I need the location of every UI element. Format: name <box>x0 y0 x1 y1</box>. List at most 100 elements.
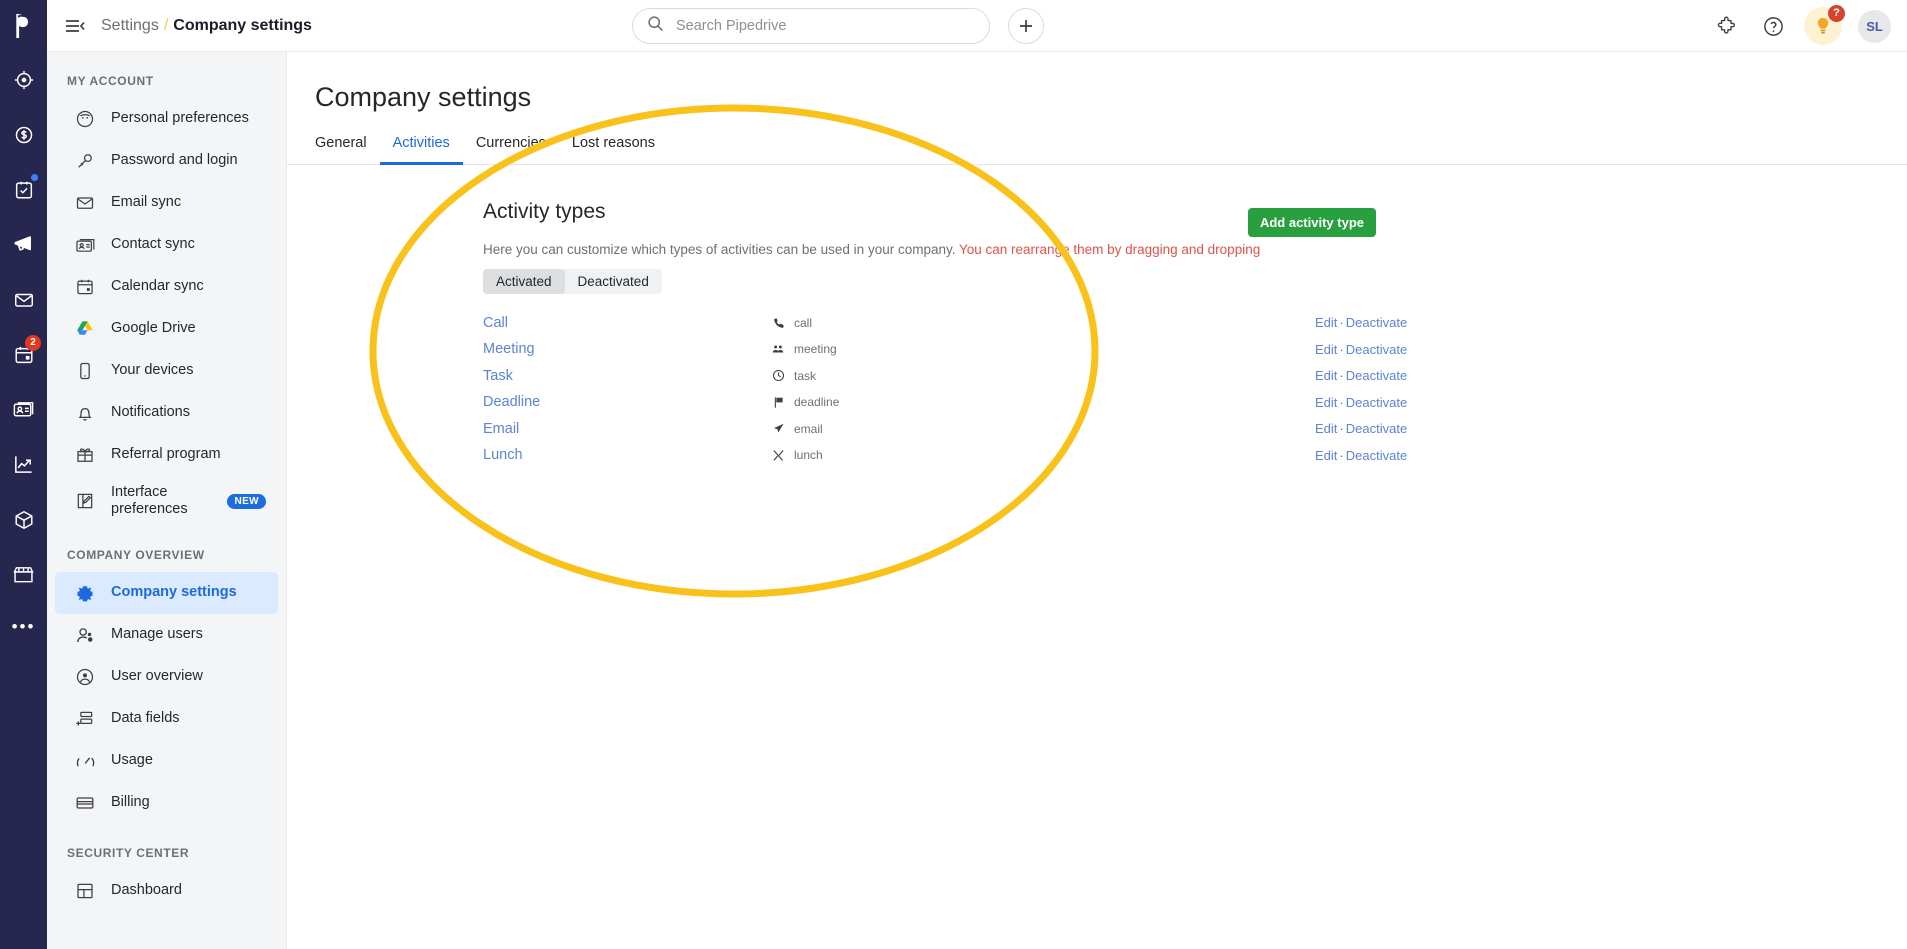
pipedrive-logo[interactable] <box>0 0 47 52</box>
person-circle-icon <box>75 109 101 129</box>
row-actions: Edit · Deactivate <box>1315 342 1407 357</box>
search-input[interactable] <box>674 17 975 35</box>
rail-item-insights[interactable] <box>0 437 47 492</box>
sidebar-item-personal-preferences[interactable]: Personal preferences <box>55 98 278 140</box>
tab-activities[interactable]: Activities <box>379 135 463 165</box>
edit-link[interactable]: Edit <box>1315 368 1337 383</box>
deactivate-link[interactable]: Deactivate <box>1346 315 1407 330</box>
top-bar: Settings/Company settings ? SL <box>47 0 1907 52</box>
table-row: Task task Edit · Deactivate <box>483 363 1907 389</box>
user-circle-icon <box>75 667 101 687</box>
sidebar-item-label: Data fields <box>111 710 180 727</box>
avatar[interactable]: SL <box>1858 9 1891 43</box>
sidebar-item-label: Google Drive <box>111 320 196 337</box>
primary-nav-rail: 2 ••• <box>0 0 47 949</box>
rail-item-deals[interactable] <box>0 107 47 162</box>
deactivate-link[interactable]: Deactivate <box>1346 448 1407 463</box>
breadcrumb-root[interactable]: Settings <box>101 17 159 34</box>
drag-drop-hint: You can rearrange them by dragging and d… <box>959 242 1261 257</box>
rail-item-activities[interactable] <box>0 162 47 217</box>
search-icon <box>647 15 664 37</box>
tips-bulb-button[interactable]: ? <box>1804 5 1845 45</box>
sidebar-item-google-drive[interactable]: Google Drive <box>55 308 278 350</box>
toggle-activated[interactable]: Activated <box>483 269 565 294</box>
deactivate-link[interactable]: Deactivate <box>1346 421 1407 436</box>
sidebar-item-your-devices[interactable]: Your devices <box>55 350 278 392</box>
sidebar-item-manage-users[interactable]: Manage users <box>55 614 278 656</box>
bell-icon <box>75 403 101 423</box>
activity-type-name[interactable]: Deadline <box>483 394 770 410</box>
rail-item-mail[interactable] <box>0 272 47 327</box>
rail-item-marketplace[interactable] <box>0 547 47 602</box>
sidebar-item-usage[interactable]: Usage <box>55 740 278 782</box>
mobile-device-icon <box>75 361 101 381</box>
breadcrumb-current: Company settings <box>173 16 312 34</box>
deactivate-link[interactable]: Deactivate <box>1346 395 1407 410</box>
activity-type-name[interactable]: Meeting <box>483 341 770 357</box>
settings-tabs: General Activities Currencies Lost reaso… <box>287 135 1907 165</box>
dashboard-icon <box>75 881 101 901</box>
help-icon[interactable] <box>1758 11 1788 41</box>
rail-item-campaigns[interactable] <box>0 217 47 272</box>
deactivate-link[interactable]: Deactivate <box>1346 342 1407 357</box>
calendar-badge: 2 <box>25 335 41 351</box>
sidebar-item-label: Your devices <box>111 362 194 379</box>
users-icon <box>75 625 101 646</box>
toggle-deactivated[interactable]: Deactivated <box>565 269 662 294</box>
edit-link[interactable]: Edit <box>1315 421 1337 436</box>
activity-type-key: deadline <box>794 395 840 410</box>
sidebar-item-password-and-login[interactable]: Password and login <box>55 140 278 182</box>
table-row: Meeting meeting Edit · Deactivate <box>483 337 1907 363</box>
tab-general[interactable]: General <box>315 135 380 165</box>
rail-item-calendar[interactable]: 2 <box>0 327 47 382</box>
rail-item-products[interactable] <box>0 492 47 547</box>
activity-type-name[interactable]: Call <box>483 315 770 331</box>
edit-link[interactable]: Edit <box>1315 448 1337 463</box>
sidebar-item-email-sync[interactable]: Email sync <box>55 182 278 224</box>
sidebar-item-user-overview[interactable]: User overview <box>55 656 278 698</box>
activity-type-icon-cell: deadline <box>770 395 1315 409</box>
tab-currencies[interactable]: Currencies <box>463 135 559 165</box>
activity-type-name[interactable]: Email <box>483 421 770 437</box>
sidebar-item-calendar-sync[interactable]: Calendar sync <box>55 266 278 308</box>
activity-type-key: meeting <box>794 342 837 357</box>
sidebar-item-billing[interactable]: Billing <box>55 782 278 824</box>
sidebar-item-company-settings[interactable]: Company settings <box>55 572 278 614</box>
sidebar-item-label: Dashboard <box>111 882 182 899</box>
sidebar-item-interface-preferences[interactable]: Interface preferences NEW <box>55 476 278 526</box>
row-actions: Edit · Deactivate <box>1315 395 1407 410</box>
add-new-button[interactable] <box>1008 8 1044 44</box>
activity-type-name[interactable]: Lunch <box>483 447 770 463</box>
sidebar-toggle-icon[interactable] <box>65 18 85 34</box>
sidebar-item-label: Personal preferences <box>111 110 249 127</box>
edit-link[interactable]: Edit <box>1315 315 1337 330</box>
activity-type-name[interactable]: Task <box>483 368 770 384</box>
sidebar-item-data-fields[interactable]: Data fields <box>55 698 278 740</box>
rail-item-leads[interactable] <box>0 52 47 107</box>
sidebar-item-dashboard[interactable]: Dashboard <box>55 870 278 912</box>
edit-square-icon <box>75 491 101 511</box>
sidebar-item-contact-sync[interactable]: Contact sync <box>55 224 278 266</box>
apps-puzzle-icon[interactable] <box>1712 11 1742 41</box>
table-row: Lunch lunch Edit · Deactivate <box>483 443 1907 469</box>
paper-plane-icon <box>770 422 786 435</box>
envelope-icon <box>75 193 101 213</box>
topbar-actions: ? SL <box>1712 0 1891 52</box>
add-activity-type-button[interactable]: Add activity type <box>1247 208 1376 237</box>
bulb-badge: ? <box>1828 5 1845 22</box>
sidebar-item-label: Notifications <box>111 404 190 421</box>
sidebar-item-referral-program[interactable]: Referral program <box>55 434 278 476</box>
activity-type-icon-cell: meeting <box>770 342 1315 356</box>
section-description: Here you can customize which types of ac… <box>483 242 1907 257</box>
gift-icon <box>75 445 101 465</box>
tab-lost-reasons[interactable]: Lost reasons <box>559 135 668 165</box>
edit-link[interactable]: Edit <box>1315 395 1337 410</box>
page-title: Company settings <box>315 82 532 112</box>
rail-item-contacts[interactable] <box>0 382 47 437</box>
edit-link[interactable]: Edit <box>1315 342 1337 357</box>
breadcrumb-separator: / <box>163 16 169 34</box>
rail-item-more[interactable]: ••• <box>0 602 47 657</box>
sidebar-item-notifications[interactable]: Notifications <box>55 392 278 434</box>
deactivate-link[interactable]: Deactivate <box>1346 368 1407 383</box>
search-box[interactable] <box>632 8 990 44</box>
